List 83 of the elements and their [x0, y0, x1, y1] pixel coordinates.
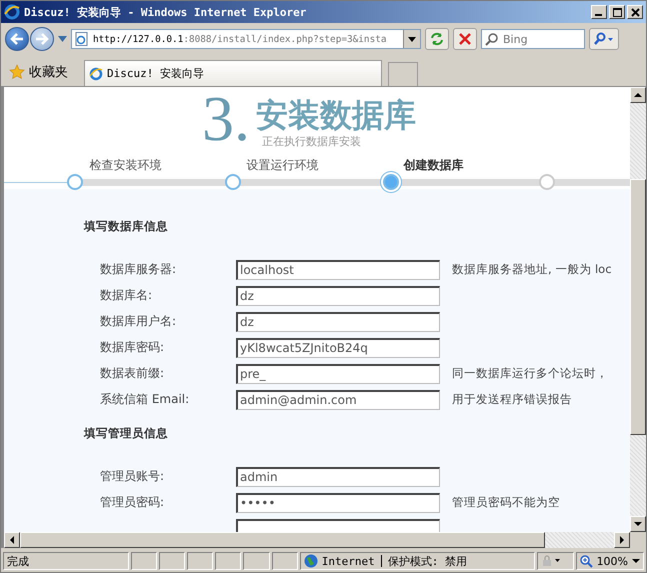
field-hint: 用于发送程序错误报告: [452, 392, 572, 407]
field-hint: 管理员密码不能为空: [452, 495, 560, 510]
scroll-left-button[interactable]: [4, 532, 20, 548]
step-label: 创建数据库: [404, 157, 464, 174]
refresh-arrows-icon: [430, 32, 444, 46]
input-field[interactable]: dz: [236, 286, 440, 306]
page-icon: [75, 32, 89, 46]
back-button[interactable]: [5, 27, 29, 51]
dropdown-caret-icon: [408, 36, 416, 42]
zoom-icon: [580, 554, 593, 568]
scroll-up-button[interactable]: [630, 87, 646, 103]
right-arrow-icon: [620, 536, 624, 544]
protected-mode-text: 保护模式: 禁用: [388, 554, 467, 568]
status-bar-pane: [130, 552, 158, 570]
field-label: 数据库名:: [100, 288, 152, 302]
zone-text: Internet: [322, 554, 375, 568]
browser-logo-icon: [89, 66, 103, 80]
globe-icon: [304, 554, 318, 568]
input-field[interactable]: •••••: [236, 492, 440, 512]
status-bar-pane: [159, 552, 186, 570]
stop-x-icon: [459, 33, 471, 45]
favorites-button[interactable]: 收藏夹: [5, 58, 72, 86]
status-bar-pane: [243, 552, 270, 570]
lock-icon: [540, 555, 561, 567]
forward-arrow-icon: [35, 33, 49, 45]
search-icon: [485, 32, 499, 46]
security-button[interactable]: [536, 552, 574, 570]
dropdown-caret-icon: [632, 559, 640, 563]
field-label: 数据库用户名:: [100, 314, 176, 328]
maximize-icon: [612, 8, 622, 16]
step-label: 检查安装环境: [89, 157, 162, 174]
scroll-right-button[interactable]: [614, 532, 630, 548]
address-dropdown-button[interactable]: [403, 30, 420, 48]
stop-button[interactable]: [453, 28, 477, 50]
dropdown-caret-icon[interactable]: [58, 36, 67, 42]
browser-logo-icon: [4, 4, 20, 20]
search-field[interactable]: Bing: [481, 29, 585, 49]
input-field[interactable]: admin: [236, 466, 440, 486]
maximize-button[interactable]: [609, 5, 625, 19]
field-label: 管理员账号:: [100, 469, 164, 483]
page-subtitle: 正在执行数据库安装: [262, 134, 362, 149]
refresh-button[interactable]: [425, 28, 449, 50]
window-title: Discuz! 安装向导 - Windows Internet Explorer: [24, 4, 308, 20]
input-field[interactable]: yKl8wcat5ZJnitoB24q: [236, 338, 440, 358]
search-icon: [594, 32, 614, 46]
vertical-scrollbar[interactable]: [630, 87, 646, 532]
status-bar-pane: [187, 552, 214, 570]
input-field[interactable]: admin@admin.com: [236, 390, 440, 410]
field-hint: 同一数据库运行多个论坛时，: [452, 366, 608, 381]
step-number: 3.: [202, 89, 250, 149]
input-field[interactable]: localhost: [236, 260, 440, 280]
scroll-down-button[interactable]: [630, 516, 646, 532]
address-field[interactable]: http://127.0.0.1:8088/install/index.php?step=3&insta: [71, 29, 421, 49]
down-arrow-icon: [634, 522, 642, 526]
back-arrow-icon: [10, 33, 24, 45]
input-field[interactable]: dz: [236, 312, 440, 332]
field-hint: 数据库服务器地址, 一般为 loc: [452, 262, 612, 277]
star-icon: [9, 64, 25, 80]
field-label: 系统信箱 Email:: [100, 392, 190, 406]
status-bar-pane: [215, 552, 242, 570]
field-label: 数据库服务器:: [100, 262, 176, 276]
search-button[interactable]: [589, 28, 619, 50]
status-text: 完成: [3, 552, 129, 570]
scroll-thumb[interactable]: [20, 532, 545, 548]
step-label: 设置运行环境: [246, 157, 319, 174]
section-title: 填写管理员信息: [84, 426, 169, 442]
field-label: 数据库密码:: [100, 340, 164, 354]
status-bar-pane: [272, 552, 298, 570]
zoom-button[interactable]: 100%: [576, 552, 644, 570]
left-arrow-icon: [10, 536, 14, 544]
scroll-thumb[interactable]: [630, 179, 646, 435]
forward-button[interactable]: [30, 27, 54, 51]
input-field[interactable]: pre_: [236, 364, 440, 384]
minimize-button[interactable]: [591, 5, 607, 19]
close-button[interactable]: [627, 5, 643, 19]
field-label: 数据表前缀:: [100, 366, 164, 380]
url-text: http://127.0.0.1:8088/install/index.php?step=3&insta: [93, 34, 388, 44]
field-label: 管理员密码:: [100, 495, 164, 509]
page-title: 安装数据库: [256, 96, 416, 134]
section-title: 填写数据库信息: [84, 219, 169, 235]
up-arrow-icon: [634, 93, 642, 97]
close-icon: [630, 8, 640, 16]
browser-tab[interactable]: Discuz! 安装向导: [84, 60, 382, 86]
